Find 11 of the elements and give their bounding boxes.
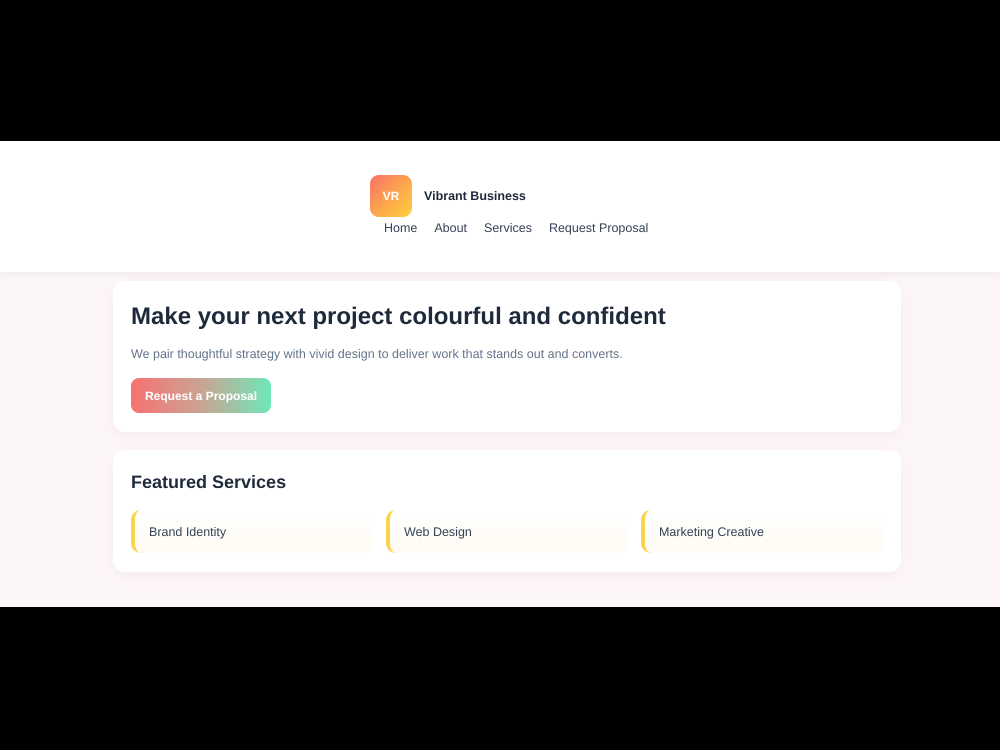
service-item: Brand Identity (131, 510, 373, 553)
nav-link[interactable]: Home (384, 219, 418, 237)
hero-title: Make your next project colourful and confident (131, 302, 666, 332)
service-item: Marketing Creative (641, 510, 883, 553)
brand-name: Vibrant Business (424, 189, 526, 203)
nav-link[interactable]: Services (484, 219, 532, 237)
hero-subtitle: We pair thoughtful strategy with vivid design to deliver work that stands out and converts. (131, 346, 623, 362)
service-item: Web Design (386, 510, 628, 553)
nav-link[interactable]: Request Proposal (548, 219, 648, 237)
services-title: Featured Services (131, 471, 288, 494)
nav-link[interactable]: About (434, 219, 468, 237)
